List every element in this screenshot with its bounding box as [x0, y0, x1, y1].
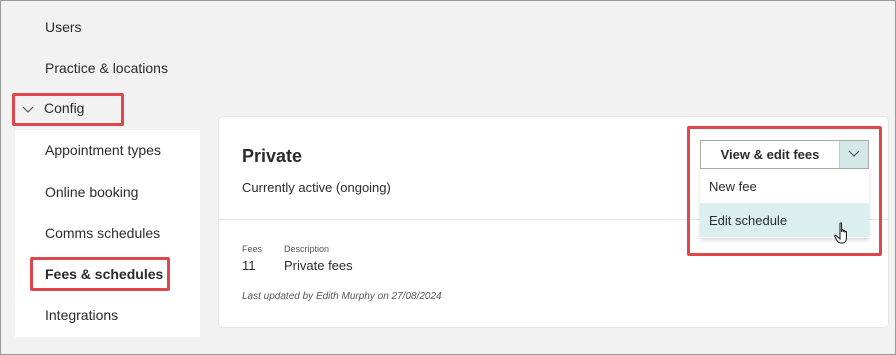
sidebar-item-users[interactable]: Users — [45, 19, 82, 35]
description-value: Private fees — [284, 258, 353, 273]
sidebar-item-fees-schedules[interactable]: Fees & schedules — [45, 266, 163, 282]
dropdown-toggle[interactable] — [839, 141, 868, 168]
sidebar-item-integrations[interactable]: Integrations — [45, 307, 118, 323]
fees-label: Fees — [242, 244, 263, 254]
description-label: Description — [284, 244, 330, 254]
view-edit-fees-button[interactable]: View & edit fees — [701, 141, 839, 168]
hand-pointer-cursor-icon — [834, 222, 852, 246]
fees-value: 11 — [242, 258, 256, 273]
schedule-title: Private — [242, 146, 303, 166]
sidebar-item-config[interactable]: Config — [22, 100, 84, 116]
view-edit-fees-dropdown[interactable]: View & edit fees — [700, 140, 869, 169]
sidebar-item-comms-schedules[interactable]: Comms schedules — [45, 225, 160, 241]
sidebar-item-appointment-types[interactable]: Appointment types — [45, 142, 161, 158]
chevron-down-icon — [22, 102, 34, 114]
sidebar-item-practice-locations[interactable]: Practice & locations — [45, 60, 168, 76]
sidebar-item-online-booking[interactable]: Online booking — [45, 184, 138, 200]
schedule-status: Currently active (ongoing) — [242, 180, 391, 195]
sidebar-item-config-label: Config — [44, 100, 85, 116]
menu-item-new-fee[interactable]: New fee — [700, 169, 869, 203]
chevron-down-icon — [848, 146, 860, 164]
last-updated-text: Last updated by Edith Murphy on 27/08/20… — [242, 291, 442, 302]
